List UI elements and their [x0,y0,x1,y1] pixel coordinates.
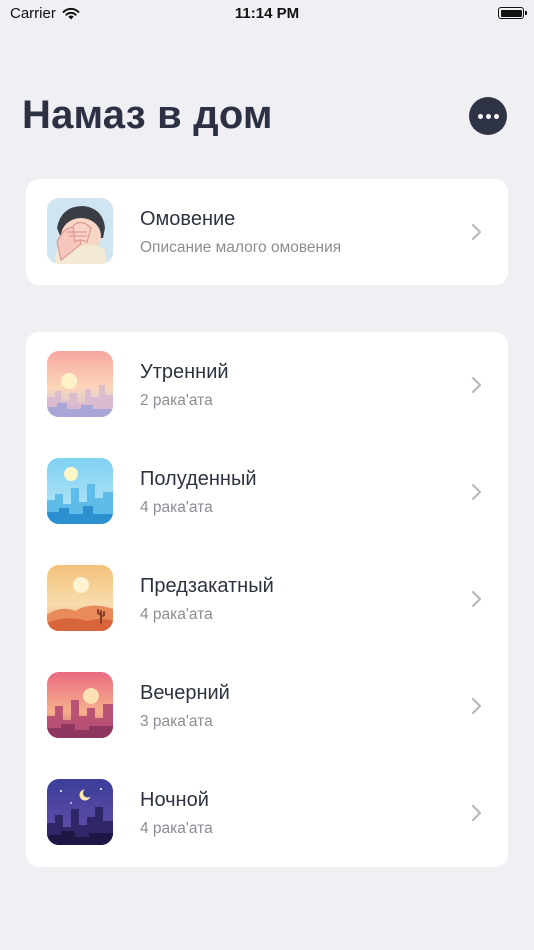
ablution-title: Омовение [140,208,236,230]
ellipsis-icon-dot [477,113,483,119]
chevron-right-icon [471,590,482,608]
prayer-title: Полуденный [140,468,257,490]
ablution-thumbnail [47,198,113,264]
sunrise-icon [47,351,113,417]
prayer-row-afternoon[interactable]: Предзакатный 4 рака'ата [26,546,508,653]
prayer-row-night[interactable]: Ночной 4 рака'ата [26,760,508,867]
prayer-title: Вечерний [140,682,230,704]
chevron-right-icon [471,697,482,715]
evening-city-icon [47,672,113,738]
chevron-right-icon [471,376,482,394]
chevron-right-icon [471,483,482,501]
prayer-title: Ночной [140,789,209,811]
prayer-thumbnail [47,351,113,417]
page-title: Намаз в дом [22,93,273,137]
clock: 11:14 PM [234,5,300,22]
prayer-thumbnail [47,672,113,738]
prayer-rakats: 4 рака'ата [140,499,213,516]
chevron-right-icon [471,223,482,241]
prayers-card: Утренний 2 рака'ата Полуденный 4 рака'ат… [26,332,508,867]
ablution-illustration-icon [47,198,113,264]
prayer-title: Утренний [140,361,229,383]
status-bar: Carrier 11:14 PM [0,0,534,28]
prayer-thumbnail [47,565,113,631]
prayer-rakats: 3 рака'ата [140,713,213,730]
prayer-row-morning[interactable]: Утренний 2 рака'ата [26,332,508,439]
chevron-right-icon [471,804,482,822]
ellipsis-icon-dot [485,113,491,119]
prayer-thumbnail [47,458,113,524]
ablution-card: Омовение Описание малого омовения [26,179,508,285]
prayer-thumbnail [47,779,113,845]
prayer-row-evening[interactable]: Вечерний 3 рака'ата [26,653,508,760]
more-button[interactable] [469,97,507,135]
midday-city-icon [47,458,113,524]
ablution-subtitle: Описание малого омовения [140,239,342,256]
ablution-row[interactable]: Омовение Описание малого омовения [26,179,508,286]
prayer-rakats: 4 рака'ата [140,606,213,623]
prayer-row-noon[interactable]: Полуденный 4 рака'ата [26,439,508,546]
prayer-title: Предзакатный [140,575,274,597]
night-city-icon [47,779,113,845]
ellipsis-icon-dot [493,113,499,119]
prayer-rakats: 4 рака'ата [140,820,213,837]
desert-sunset-icon [47,565,113,631]
prayer-rakats: 2 рака'ата [140,392,213,409]
battery-icon [498,7,527,19]
